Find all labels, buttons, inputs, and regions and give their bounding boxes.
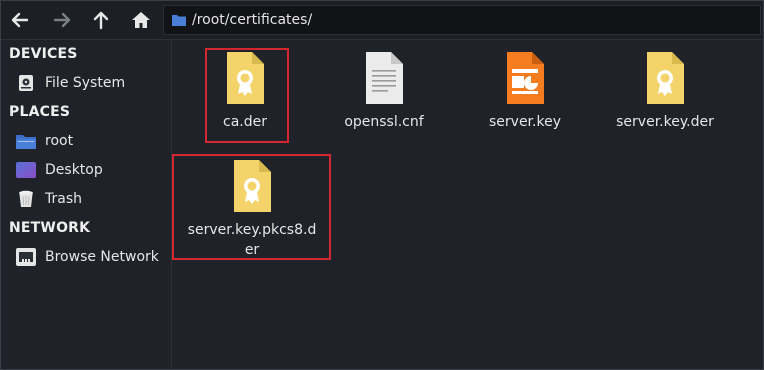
- section-title-places: PLACES: [9, 104, 71, 120]
- key-file-icon: [500, 50, 550, 106]
- sidebar-item-desktop[interactable]: Desktop: [15, 158, 165, 182]
- back-button[interactable]: [9, 9, 31, 31]
- certificate-icon: [227, 158, 277, 214]
- sidebar-item-label: Desktop: [45, 162, 103, 178]
- sidebar-item-trash[interactable]: Trash: [15, 187, 165, 211]
- up-button[interactable]: [90, 9, 112, 31]
- home-icon: [132, 12, 150, 28]
- sidebar-item-label: File System: [45, 75, 126, 91]
- text-file-icon: [359, 50, 409, 106]
- certificate-icon: [640, 50, 690, 106]
- section-title-devices: DEVICES: [9, 46, 78, 62]
- file-manager-window: /root/certificates/ DEVICES File System …: [0, 0, 764, 370]
- home-button[interactable]: [130, 9, 152, 31]
- file-view: ca.der openssl.cnf server.key server.key…: [172, 40, 763, 369]
- location-path: /root/certificates/: [192, 12, 313, 28]
- file-name: server.key: [489, 114, 561, 130]
- file-item-server-key-pkcs8-der[interactable]: server.key.pkcs8.der: [178, 158, 326, 260]
- sidebar-item-label: root: [45, 133, 74, 149]
- sidebar-item-label: Browse Network: [45, 249, 159, 265]
- file-name: openssl.cnf: [344, 114, 424, 130]
- sidebar-item-label: Trash: [45, 191, 82, 207]
- location-bar[interactable]: /root/certificates/: [163, 5, 761, 35]
- network-icon: [15, 247, 37, 267]
- sidebar-item-file-system[interactable]: File System: [15, 71, 165, 95]
- file-item-server-key-der[interactable]: server.key.der: [600, 50, 730, 132]
- file-item-server-key[interactable]: server.key: [460, 50, 590, 132]
- section-title-network: NETWORK: [9, 220, 91, 236]
- folder-icon: [172, 15, 186, 26]
- arrow-left-icon: [11, 12, 29, 28]
- file-name: ca.der: [223, 114, 267, 130]
- desktop-icon: [15, 160, 37, 180]
- file-item-ca-der[interactable]: ca.der: [180, 50, 310, 132]
- folder-icon: [15, 131, 37, 151]
- sidebar-item-root[interactable]: root: [15, 129, 165, 153]
- forward-button[interactable]: [51, 9, 73, 31]
- certificate-icon: [220, 50, 270, 106]
- sidebar-item-browse-network[interactable]: Browse Network: [15, 245, 165, 269]
- sidebar: DEVICES File System PLACES root Desktop …: [1, 40, 172, 369]
- arrow-up-icon: [93, 11, 109, 30]
- trash-icon: [15, 189, 37, 209]
- file-item-openssl-cnf[interactable]: openssl.cnf: [319, 50, 449, 132]
- drive-icon: [15, 73, 37, 93]
- file-name: server.key.der: [616, 114, 714, 130]
- toolbar: /root/certificates/: [1, 1, 763, 40]
- file-name: server.key.pkcs8.der: [187, 222, 317, 258]
- arrow-right-icon: [53, 12, 71, 28]
